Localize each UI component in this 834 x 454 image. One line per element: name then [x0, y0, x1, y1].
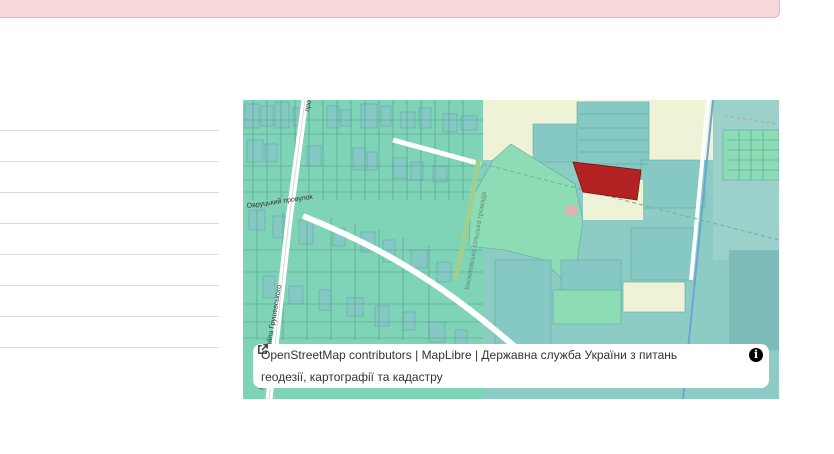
agency-link-line2[interactable]: геодезії, картографії та кадастру — [261, 370, 443, 384]
building-marker — [565, 206, 577, 216]
attribution-separator: | — [474, 348, 479, 362]
cadastral-map[interactable]: проспект Михайла Грушевського проспект М… — [243, 100, 779, 399]
osm-contributors-link[interactable]: OpenStreetMap contributors — [261, 348, 412, 362]
attribution-separator: | — [415, 348, 419, 362]
maplibre-link[interactable]: MapLibre — [422, 348, 472, 362]
detail-row — [0, 161, 219, 192]
detail-row — [0, 192, 219, 223]
agency-link[interactable]: Державна служба України з питань — [481, 348, 677, 362]
info-icon[interactable]: i — [749, 348, 763, 362]
detail-rows — [0, 130, 219, 348]
detail-row — [0, 347, 219, 348]
detail-row — [0, 254, 219, 285]
external-link-icon[interactable] — [257, 344, 268, 355]
detail-row — [0, 223, 219, 254]
detail-row — [0, 130, 219, 161]
detail-row — [0, 316, 219, 347]
map-attribution: OpenStreetMap contributors | MapLibre | … — [253, 344, 769, 388]
alert-banner — [0, 0, 780, 18]
detail-row — [0, 285, 219, 316]
